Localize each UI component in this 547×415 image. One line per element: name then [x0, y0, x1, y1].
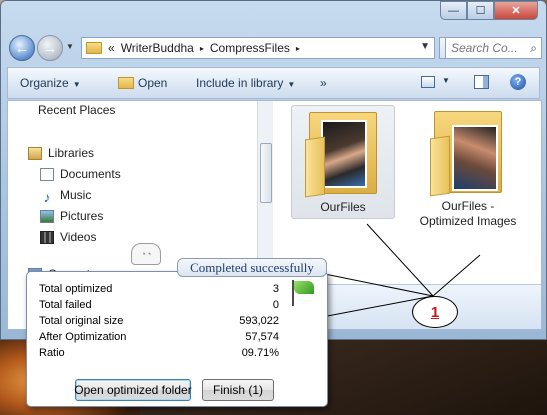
change-view-icon[interactable] [421, 76, 435, 88]
folder-icon [86, 42, 102, 54]
stat-label: After Optimization [39, 331, 127, 343]
maximize-button[interactable]: ☐ [467, 1, 494, 20]
search-input[interactable]: Search Co... ⌕ [445, 37, 542, 59]
stat-label: Total optimized [39, 283, 113, 295]
search-placeholder: Search Co... [451, 41, 518, 55]
stat-value: 593,022 [239, 315, 279, 327]
app-tray-icon[interactable]: ◔◔ [131, 243, 161, 265]
recent-pages-dropdown[interactable]: ▼ [66, 42, 74, 51]
folder-name: OurFiles - Optimized Images [419, 199, 517, 228]
callout-marker: 1 [412, 296, 458, 328]
window-controls: — ☐ ✕ [440, 1, 538, 20]
open-button[interactable]: Open [118, 76, 167, 90]
stat-label: Total failed [39, 299, 92, 311]
chevron-down-icon[interactable]: ▼ [442, 76, 450, 85]
nav-item-videos[interactable]: Videos [40, 230, 96, 244]
videos-label: Videos [60, 230, 97, 244]
folder-open-icon [118, 77, 134, 89]
nav-item-music[interactable]: ♪ Music [40, 188, 92, 205]
preview-pane-icon[interactable] [474, 75, 489, 89]
success-flag-icon [289, 280, 319, 310]
flag-cloth [294, 281, 314, 294]
breadcrumb-separator[interactable]: ▸ [200, 44, 204, 53]
stat-value: 57,574 [245, 331, 279, 343]
navigation-row: ← → ▼ « WriterBuddha ▸ CompressFiles ▸ ▼… [7, 33, 542, 63]
back-button[interactable]: ← [9, 35, 35, 61]
breadcrumb-overflow[interactable]: « [108, 41, 115, 55]
folder-name: OurFiles [320, 200, 366, 214]
documents-icon [40, 167, 54, 181]
address-bar[interactable]: « WriterBuddha ▸ CompressFiles ▸ ▼ [81, 37, 435, 59]
pictures-icon [40, 209, 54, 223]
stat-value: 3 [272, 283, 279, 295]
address-dropdown-icon[interactable]: ▼ [420, 41, 430, 52]
folder-icon [305, 112, 381, 198]
minimize-button[interactable]: — [440, 1, 467, 20]
notification-balloon: Total optimized 3 Total failed 0 Total o… [26, 271, 328, 407]
open-label: Open [138, 76, 168, 90]
folder-front [305, 136, 325, 198]
chevron-down-icon: ▼ [287, 80, 296, 89]
pictures-label: Pictures [60, 209, 104, 223]
nav-item-libraries[interactable]: Libraries [28, 146, 94, 160]
open-optimized-folder-button[interactable]: Open optimized folder [74, 379, 192, 401]
finish-button[interactable]: Finish (1) [202, 379, 274, 401]
libraries-icon [28, 146, 42, 160]
balloon-title: Completed successfully [177, 258, 327, 277]
recent-places-label: Recent Places [38, 103, 116, 117]
command-bar: Organize ▼ Open Include in library ▼ » ▼ ? [7, 67, 540, 99]
include-in-library-menu[interactable]: Include in library ▼ [196, 76, 295, 90]
videos-icon [40, 230, 54, 244]
arrow-left-icon: ← [14, 39, 30, 57]
folder-tile-ourfiles-optimized[interactable]: OurFiles - Optimized Images [418, 105, 518, 229]
folder-icon [430, 111, 506, 197]
folder-front [430, 135, 450, 197]
nav-item-pictures[interactable]: Pictures [40, 209, 103, 223]
documents-label: Documents [60, 167, 121, 181]
music-note-icon: ♪ [43, 188, 51, 205]
folder-photo-preview [321, 120, 367, 188]
close-button[interactable]: ✕ [494, 1, 538, 20]
stat-label: Total original size [39, 315, 124, 327]
scrollbar-thumb[interactable] [260, 143, 272, 203]
breadcrumb-writerbuddha[interactable]: WriterBuddha [121, 41, 194, 55]
search-icon: ⌕ [530, 41, 537, 55]
folder-tile-ourfiles[interactable]: OurFiles [291, 105, 395, 219]
chevron-down-icon: ▼ [72, 80, 81, 89]
callout-marker-number: 1 [430, 303, 440, 321]
nav-item-documents[interactable]: Documents [40, 167, 121, 181]
include-in-library-label: Include in library [196, 76, 284, 90]
stat-label: Ratio [39, 347, 65, 359]
breadcrumb-compressfiles[interactable]: CompressFiles [210, 41, 290, 55]
music-label: Music [60, 188, 92, 202]
arrow-right-icon: → [42, 39, 58, 57]
libraries-label: Libraries [48, 146, 95, 160]
forward-button[interactable]: → [37, 35, 63, 61]
folder-photo-preview [452, 125, 498, 191]
more-commands-button[interactable]: » [320, 76, 327, 90]
stat-value: 0 [272, 299, 279, 311]
breadcrumb-separator[interactable]: ▸ [296, 44, 300, 53]
help-icon[interactable]: ? [510, 74, 526, 90]
nav-item-recent-places[interactable]: Recent Places [38, 103, 115, 117]
organize-label: Organize [20, 76, 69, 90]
organize-menu[interactable]: Organize ▼ [20, 76, 81, 90]
stat-value: 09.71% [241, 347, 279, 359]
